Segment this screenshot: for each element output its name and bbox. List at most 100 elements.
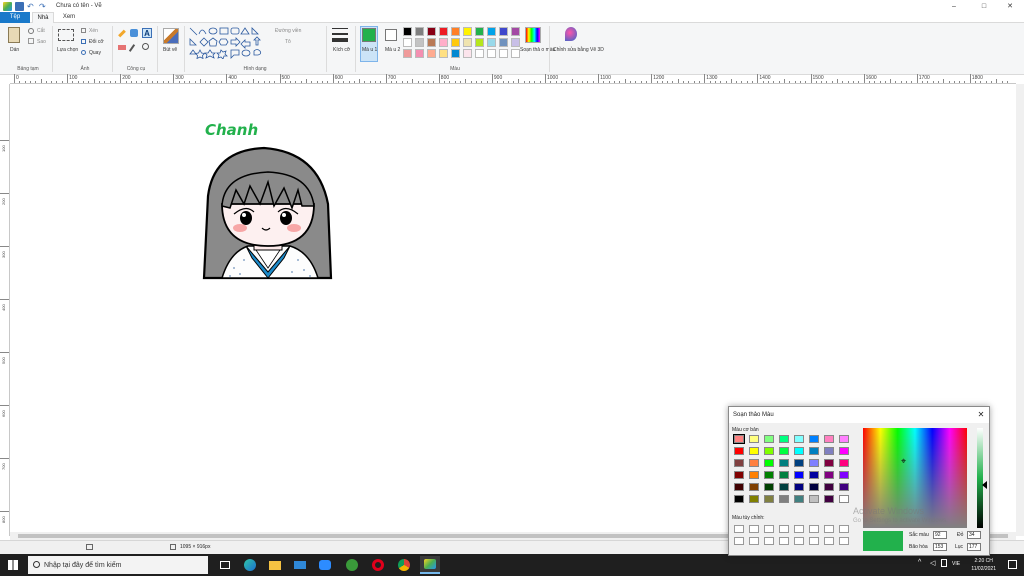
basic-color-swatch[interactable] <box>764 435 774 443</box>
rotate-button[interactable]: Quay <box>89 50 101 56</box>
clock[interactable]: 2:20 CH 11/02/2021 <box>971 557 996 573</box>
basic-color-swatch[interactable] <box>824 459 834 467</box>
palette-swatch[interactable] <box>439 49 448 58</box>
palette-swatch[interactable] <box>451 27 460 36</box>
palette-swatch[interactable] <box>475 38 484 47</box>
edge-icon[interactable] <box>240 556 260 574</box>
palette-swatch[interactable] <box>403 27 412 36</box>
basic-color-swatch[interactable] <box>824 447 834 455</box>
palette-swatch[interactable] <box>403 49 412 58</box>
undo-icon[interactable]: ↶ <box>27 2 36 11</box>
basic-color-swatch[interactable] <box>779 459 789 467</box>
basic-color-swatch[interactable] <box>809 495 819 503</box>
basic-color-swatch[interactable] <box>794 435 804 443</box>
tray-chevron-icon[interactable]: ^ <box>918 559 921 566</box>
maximize-button[interactable]: □ <box>970 0 998 12</box>
palette-swatch[interactable] <box>511 49 520 58</box>
custom-color-swatch[interactable] <box>839 537 849 545</box>
save-icon[interactable] <box>15 1 24 11</box>
luminosity-slider[interactable] <box>977 428 983 528</box>
basic-color-swatch[interactable] <box>794 447 804 455</box>
windows-start-icon[interactable] <box>8 560 18 570</box>
paste-button[interactable]: Dán <box>10 47 19 53</box>
color-picker-icon[interactable] <box>128 44 136 52</box>
paste-icon[interactable] <box>8 27 20 43</box>
notification-icon[interactable] <box>1008 560 1017 569</box>
palette-swatch[interactable] <box>511 27 520 36</box>
green-field[interactable]: 177 <box>967 543 981 551</box>
palette-swatch[interactable] <box>499 49 508 58</box>
palette-swatch[interactable] <box>415 38 424 47</box>
network-icon[interactable] <box>941 559 947 567</box>
palette-swatch[interactable] <box>499 38 508 47</box>
shapes-gallery[interactable] <box>188 26 272 59</box>
minimize-button[interactable]: – <box>940 0 968 12</box>
custom-color-swatch[interactable] <box>824 525 834 533</box>
basic-color-swatch[interactable] <box>839 447 849 455</box>
mail-icon[interactable] <box>290 556 310 574</box>
copy-icon[interactable] <box>28 38 34 44</box>
outline-dropdown[interactable]: Đường viền <box>275 28 301 34</box>
basic-color-swatch[interactable] <box>749 495 759 503</box>
custom-color-swatch[interactable] <box>779 537 789 545</box>
palette-swatch[interactable] <box>463 27 472 36</box>
custom-color-swatch[interactable] <box>734 537 744 545</box>
palette-swatch[interactable] <box>487 27 496 36</box>
basic-color-swatch[interactable] <box>734 483 744 491</box>
palette-swatch[interactable] <box>451 38 460 47</box>
basic-color-swatch[interactable] <box>794 483 804 491</box>
custom-color-swatch[interactable] <box>764 525 774 533</box>
luminosity-arrow-icon[interactable] <box>982 481 987 489</box>
basic-color-swatch[interactable] <box>809 459 819 467</box>
basic-color-swatch[interactable] <box>764 447 774 455</box>
basic-color-swatch[interactable] <box>749 459 759 467</box>
vertical-scrollbar[interactable] <box>1016 84 1024 536</box>
basic-color-swatch[interactable] <box>764 495 774 503</box>
file-explorer-icon[interactable] <box>265 556 285 574</box>
basic-color-swatch[interactable] <box>809 435 819 443</box>
palette-swatch[interactable] <box>475 49 484 58</box>
custom-color-swatch[interactable] <box>749 537 759 545</box>
palette-swatch[interactable] <box>439 38 448 47</box>
select-button[interactable]: Lựa chọn <box>57 47 78 53</box>
custom-color-swatch[interactable] <box>749 525 759 533</box>
close-button[interactable]: ✕ <box>996 0 1024 12</box>
custom-color-swatch[interactable] <box>794 537 804 545</box>
hue-field[interactable]: 92 <box>933 531 947 539</box>
size-lines-icon[interactable] <box>332 28 348 42</box>
basic-color-swatch[interactable] <box>764 459 774 467</box>
custom-color-swatch[interactable] <box>779 525 789 533</box>
basic-color-swatch[interactable] <box>733 434 745 444</box>
custom-color-swatch[interactable] <box>809 537 819 545</box>
palette-swatch[interactable] <box>499 27 508 36</box>
basic-color-swatch[interactable] <box>839 459 849 467</box>
basic-color-swatch[interactable] <box>824 495 834 503</box>
palette-swatch[interactable] <box>415 27 424 36</box>
crop-icon[interactable] <box>81 28 86 33</box>
basic-color-swatch[interactable] <box>764 471 774 479</box>
copy-button[interactable]: Sao <box>37 39 46 45</box>
basic-color-swatch[interactable] <box>824 471 834 479</box>
basic-color-swatch[interactable] <box>749 447 759 455</box>
palette-swatch[interactable] <box>487 38 496 47</box>
palette-swatch[interactable] <box>427 49 436 58</box>
basic-color-swatch[interactable] <box>779 495 789 503</box>
palette-swatch[interactable] <box>427 38 436 47</box>
basic-color-swatch[interactable] <box>749 435 759 443</box>
palette-swatch[interactable] <box>427 27 436 36</box>
custom-color-swatch[interactable] <box>824 537 834 545</box>
basic-color-swatch[interactable] <box>779 483 789 491</box>
cut-button[interactable]: Cắt <box>37 28 45 34</box>
volume-icon[interactable]: ◁ <box>930 559 935 567</box>
select-icon[interactable] <box>58 29 74 41</box>
basic-color-swatch[interactable] <box>809 471 819 479</box>
color2-swatch[interactable] <box>385 29 397 41</box>
size-button[interactable]: Kích cỡ <box>333 47 350 53</box>
basic-color-swatch[interactable] <box>794 459 804 467</box>
basic-color-swatch[interactable] <box>734 495 744 503</box>
basic-color-swatch[interactable] <box>839 495 849 503</box>
palette-swatch[interactable] <box>511 38 520 47</box>
taskbar-search[interactable]: Nhập tại đây để tìm kiếm <box>28 556 208 574</box>
magnifier-icon[interactable] <box>142 43 149 50</box>
palette-swatch[interactable] <box>415 49 424 58</box>
